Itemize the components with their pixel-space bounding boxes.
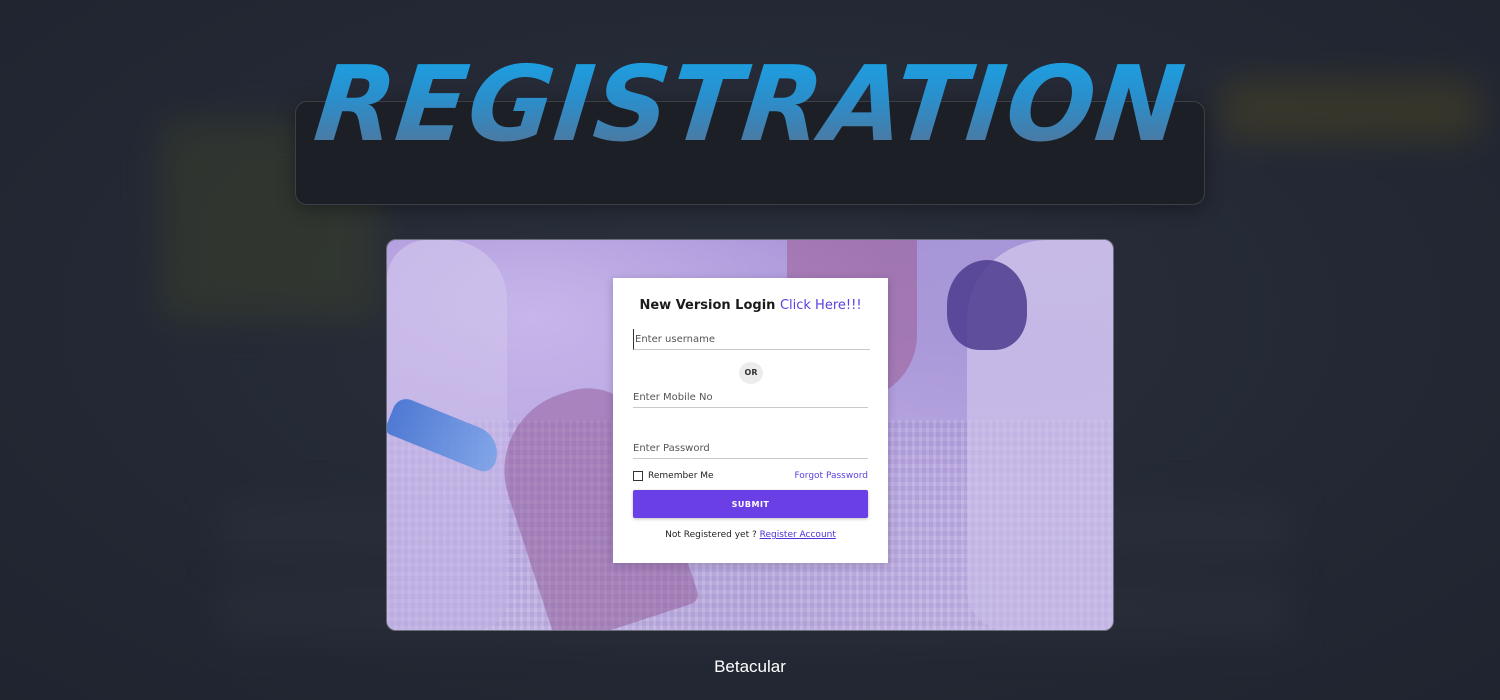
cricket-helmet-image: [947, 260, 1027, 350]
login-card: New Version Login Click Here!!! OR Remem…: [613, 278, 888, 563]
checkbox-icon[interactable]: [633, 471, 643, 481]
password-input[interactable]: [633, 438, 868, 459]
or-divider-badge: OR: [739, 362, 763, 384]
submit-button[interactable]: SUBMIT: [633, 490, 868, 518]
image-caption: Betacular: [714, 657, 786, 676]
not-registered-text: Not Registered yet ?: [665, 530, 757, 540]
username-input[interactable]: [633, 329, 870, 350]
page: REGISTRATION New Version Login Click Her…: [0, 0, 1500, 700]
remember-me-label[interactable]: Remember Me: [648, 471, 714, 481]
register-account-link[interactable]: Register Account: [760, 530, 836, 540]
login-screenshot: New Version Login Click Here!!! OR Remem…: [386, 239, 1114, 631]
page-headline: REGISTRATION: [0, 43, 1500, 165]
login-title-text: New Version Login: [639, 298, 776, 313]
register-row: Not Registered yet ? Register Account: [613, 530, 888, 540]
forgot-password-link[interactable]: Forgot Password: [794, 471, 868, 481]
remember-row: Remember Me Forgot Password: [633, 471, 868, 485]
new-version-link[interactable]: Click Here!!!: [780, 298, 862, 313]
login-title: New Version Login Click Here!!!: [613, 298, 888, 313]
mobile-number-input[interactable]: [633, 387, 868, 408]
